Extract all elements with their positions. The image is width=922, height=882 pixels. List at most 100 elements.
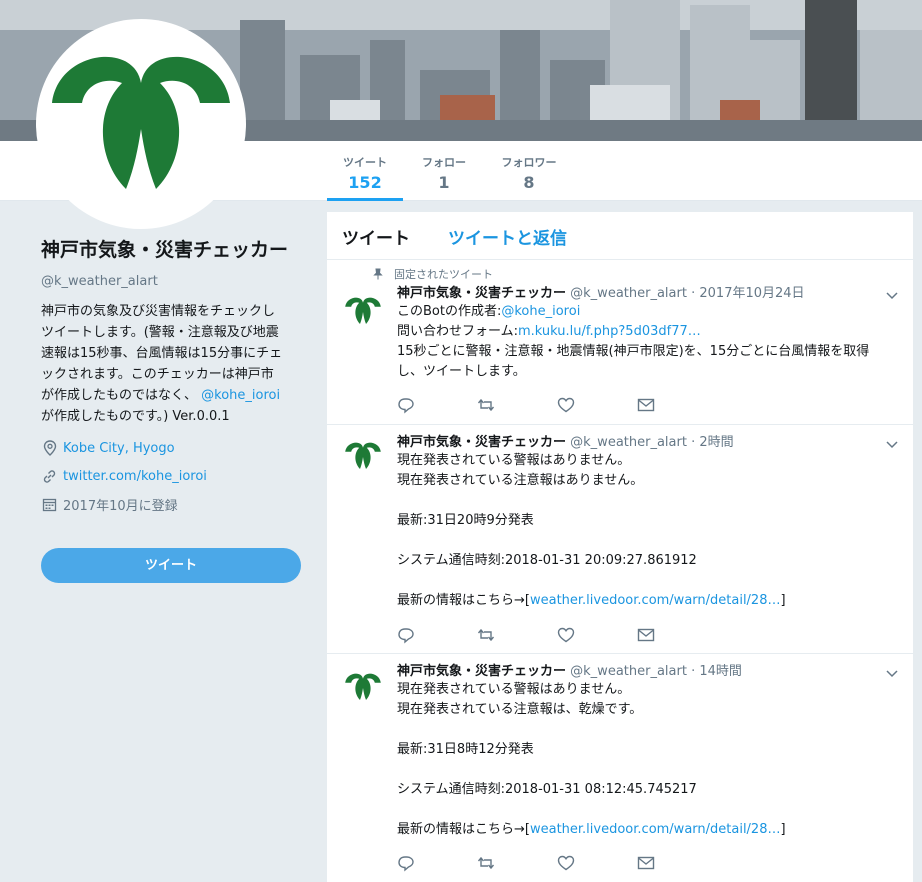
message-icon[interactable] [637,854,655,872]
link-icon [41,468,58,485]
stat-tweets-label: ツイート [343,156,387,169]
stat-following-label: フォロー [422,156,466,169]
tweet-item[interactable]: 神戸市気象・災害チェッカー @k_weather_alart · 14時間 現在… [327,654,913,882]
profile-card: 神戸市気象・災害チェッカー @k_weather_alart 神戸市の気象及び災… [41,236,303,514]
tweet-text: 現在発表されている警報はありません。 現在発表されている注意報はありません。 最… [397,451,883,611]
tweet-text: このBotの作成者:@kohe_ioroi 問い合わせフォーム:m.kuku.l… [397,302,883,382]
tweet-content: 神戸市気象・災害チェッカー @k_weather_alart · 2時間 現在発… [397,434,883,611]
profile-name: 神戸市気象・災害チェッカー [41,239,289,261]
profile-location: Kobe City, Hyogo [41,439,303,457]
tweet-author-handle[interactable]: @k_weather_alart [570,664,687,679]
tweet-url-link[interactable]: weather.livedoor.com/warn/detail/28… [530,822,781,837]
retweet-icon[interactable] [477,854,495,872]
bio-line: が作成したものではなく、 [41,388,198,403]
tweet-author-name[interactable]: 神戸市気象・災害チェッカー [397,435,566,450]
reply-icon[interactable] [397,854,415,872]
bio-line: ツイートします。(警報・注意報及び地震 [41,325,279,340]
website-link[interactable]: twitter.com/kohe_ioroi [63,469,207,484]
message-icon[interactable] [637,626,655,644]
tab-tweets[interactable]: ツイート [342,224,410,249]
tweet-url-link[interactable]: weather.livedoor.com/warn/detail/28… [530,593,781,608]
tweet-avatar[interactable] [342,290,384,332]
chevron-down-icon[interactable] [885,437,899,451]
profile-handle[interactable]: @k_weather_alart [41,274,303,289]
chevron-down-icon[interactable] [885,288,899,302]
pinned-indicator: 固定されたツイート [372,266,493,282]
tweet-mention-link[interactable]: @kohe_ioroi [501,304,580,319]
reply-icon[interactable] [397,396,415,414]
tweet-header: 神戸市気象・災害チェッカー @k_weather_alart · 2017年10… [397,286,805,301]
tweet-text-line: システム通信時刻:2018-01-31 08:12:45.745217 [397,782,697,797]
tweet-text-line: し、ツイートします。 [397,364,526,379]
tweet-header: 神戸市気象・災害チェッカー @k_weather_alart · 14時間 [397,664,742,679]
stat-following[interactable]: フォロー 1 [412,141,476,201]
location-icon [41,440,58,457]
tweet-text-line: ] [780,593,786,608]
tweet-text-line: このBotの作成者: [397,304,502,319]
tweet-text-line: 現在発表されている警報はありません。 [397,453,631,468]
tweet-actions [397,396,677,414]
kobe-emblem-icon [345,297,381,324]
tweet-text-line: 現在発表されている注意報は、乾燥です。 [397,702,643,717]
tweet-text-line: システム通信時刻:2018-01-31 20:09:27.861912 [397,553,697,568]
like-icon[interactable] [557,854,575,872]
tweet-item[interactable]: 固定されたツイート 神戸市気象・災害チェッカー @k_weather_alart… [327,260,913,425]
timeline-tabs: ツイート ツイートと返信 [327,212,913,260]
profile-avatar[interactable] [36,19,246,229]
joined-text: 2017年10月に登録 [63,498,178,514]
tweet-text-line: 問い合わせフォーム: [397,324,518,339]
tweet-text-line: ] [780,822,786,837]
tweet-author-name[interactable]: 神戸市気象・災害チェッカー [397,664,566,679]
chevron-down-icon[interactable] [885,666,899,680]
retweet-icon[interactable] [477,396,495,414]
location-text[interactable]: Kobe City, Hyogo [63,441,175,456]
tweet-text: 現在発表されている警報はありません。 現在発表されている注意報は、乾燥です。 最… [397,680,883,840]
profile-bio: 神戸市の気象及び災害情報をチェックし ツイートします。(警報・注意報及び地震 速… [41,301,303,427]
calendar-icon [41,496,58,513]
bio-line: 神戸市の気象及び災害情報をチェックし [41,304,276,319]
tweet-time[interactable]: 2時間 [699,435,733,450]
tweet-content: 神戸市気象・災害チェッカー @k_weather_alart · 2017年10… [397,285,883,382]
tweet-author-handle[interactable]: @k_weather_alart [570,286,687,301]
tweet-text-line: 15秒ごとに警報・注意報・地震情報(神戸市限定)を、15分ごとに台風情報を取得 [397,344,870,359]
bio-mention-link[interactable]: @kohe_ioroi [201,388,280,403]
reply-icon[interactable] [397,626,415,644]
tweet-actions [397,626,677,644]
tweet-avatar[interactable] [342,435,384,477]
tweet-time[interactable]: 2017年10月24日 [699,286,804,301]
stat-followers[interactable]: フォロワー 8 [492,141,566,201]
retweet-icon[interactable] [477,626,495,644]
tweet-item[interactable]: 神戸市気象・災害チェッカー @k_weather_alart · 2時間 現在発… [327,425,913,654]
kobe-emblem-icon [345,442,381,469]
like-icon[interactable] [557,626,575,644]
timeline: ツイート ツイートと返信 固定されたツイート 神戸市気象・災害チェッカー @k_… [327,212,913,882]
tweet-text-line: 現在発表されている警報はありません。 [397,682,631,697]
tweet-to-button[interactable]: ツイート [41,548,301,583]
stat-tweets[interactable]: ツイート 152 [327,141,403,201]
stat-followers-value: 8 [523,173,535,192]
tab-tweets-and-replies[interactable]: ツイートと返信 [448,224,567,249]
tweet-time[interactable]: 14時間 [699,664,742,679]
profile-website: twitter.com/kohe_ioroi [41,467,303,485]
bio-line: ックされます。このチェッカーは神戸市 [41,367,274,382]
pinned-label: 固定されたツイート [394,268,493,281]
tweet-author-name[interactable]: 神戸市気象・災害チェッカー [397,286,566,301]
message-icon[interactable] [637,396,655,414]
stat-followers-label: フォロワー [501,156,557,169]
kobe-emblem-icon [345,673,381,700]
tweet-text-line: 最新の情報はこちら→[ [397,822,530,837]
like-icon[interactable] [557,396,575,414]
bio-line-with-mention: が作成したものではなく、 @kohe_ioroi [41,385,303,406]
stat-tweets-value: 152 [348,173,382,192]
pin-icon [373,268,383,280]
bio-line: 速報は15秒事、台風情報は15分事にチェ [41,346,283,361]
tweet-author-handle[interactable]: @k_weather_alart [570,435,687,450]
bio-line: が作成したものです。) Ver.0.0.1 [41,409,230,424]
tweet-avatar[interactable] [342,666,384,708]
tweet-text-line: 最新:31日20時9分発表 [397,513,534,528]
profile-joined: 2017年10月に登録 [41,495,303,514]
tweet-text-line: 最新:31日8時12分発表 [397,742,534,757]
tweet-header: 神戸市気象・災害チェッカー @k_weather_alart · 2時間 [397,435,734,450]
tweet-text-line: 現在発表されている注意報はありません。 [397,473,644,488]
tweet-url-link[interactable]: m.kuku.lu/f.php?5d03df77… [518,324,701,339]
